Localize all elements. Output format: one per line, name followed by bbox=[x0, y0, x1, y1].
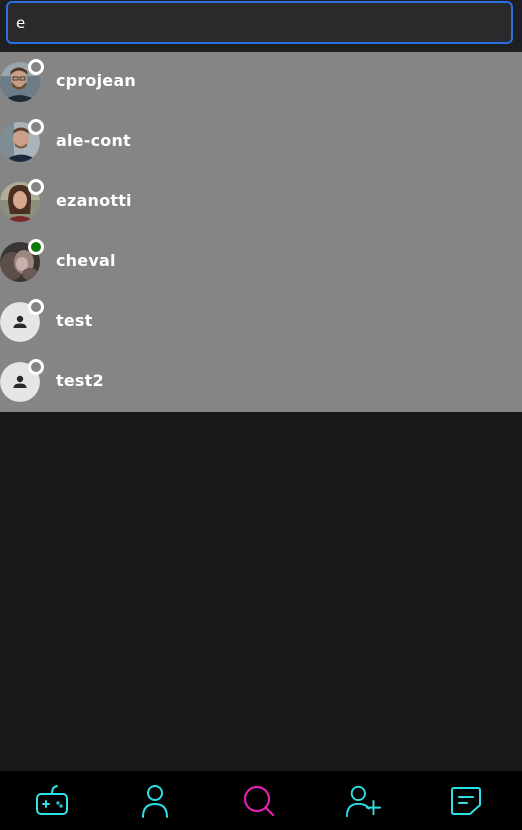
status-indicator bbox=[28, 239, 44, 255]
app: cprojean ale-cont bbox=[0, 0, 522, 830]
username: ale-cont bbox=[56, 131, 131, 150]
status-indicator bbox=[28, 119, 44, 135]
status-indicator bbox=[28, 59, 44, 75]
status-indicator bbox=[28, 299, 44, 315]
list-item[interactable]: ale-cont bbox=[0, 112, 522, 172]
list-item[interactable]: ezanotti bbox=[0, 172, 522, 232]
bottom-nav bbox=[0, 771, 522, 830]
chat-icon bbox=[451, 787, 481, 815]
username: test2 bbox=[56, 371, 104, 390]
username: cheval bbox=[56, 251, 116, 270]
add-friend-icon bbox=[346, 785, 382, 818]
search-icon bbox=[243, 785, 275, 817]
list-item[interactable]: cheval bbox=[0, 232, 522, 292]
username: ezanotti bbox=[56, 191, 132, 210]
game-controller-icon bbox=[36, 785, 68, 815]
list-item[interactable]: cprojean bbox=[0, 52, 522, 112]
status-indicator bbox=[28, 179, 44, 195]
list-item[interactable]: test bbox=[0, 292, 522, 352]
username: cprojean bbox=[56, 71, 136, 90]
profile-icon bbox=[142, 785, 168, 818]
search-results-list: cprojean ale-cont ezanotti cheval test t… bbox=[0, 52, 522, 412]
nav-add-friend-button[interactable] bbox=[346, 783, 382, 819]
nav-game-button[interactable] bbox=[34, 783, 70, 819]
list-item[interactable]: test2 bbox=[0, 352, 522, 412]
nav-search-button[interactable] bbox=[241, 783, 277, 819]
username: test bbox=[56, 311, 93, 330]
status-indicator bbox=[28, 359, 44, 375]
nav-chat-button[interactable] bbox=[448, 783, 484, 819]
search-bar bbox=[0, 0, 522, 52]
nav-profile-button[interactable] bbox=[137, 783, 173, 819]
search-input[interactable] bbox=[6, 1, 513, 44]
